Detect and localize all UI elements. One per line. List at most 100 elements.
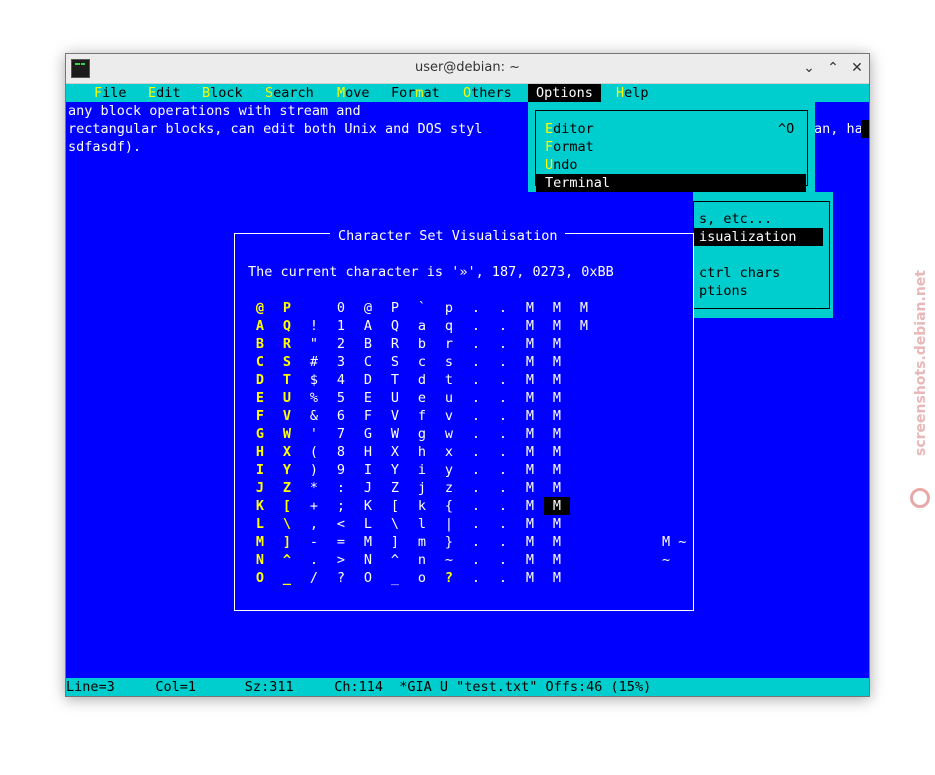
charset-cell[interactable]: V bbox=[279, 407, 295, 425]
charset-cell[interactable]: M bbox=[522, 299, 538, 317]
charset-cell[interactable]: W bbox=[387, 425, 403, 443]
charset-cell[interactable]: . bbox=[468, 389, 484, 407]
charset-cell[interactable]: ? bbox=[333, 569, 349, 587]
menu-search[interactable]: Search bbox=[265, 84, 314, 102]
charset-cell[interactable]: 2 bbox=[333, 335, 349, 353]
charset-cell[interactable]: M bbox=[522, 407, 538, 425]
charset-cell[interactable]: . bbox=[495, 443, 511, 461]
charset-cell[interactable]: . bbox=[468, 353, 484, 371]
charset-cell[interactable]: V bbox=[387, 407, 403, 425]
charset-cell[interactable]: M bbox=[544, 497, 570, 515]
charset-cell[interactable]: K bbox=[360, 497, 376, 515]
charset-cell[interactable]: Y bbox=[279, 461, 295, 479]
charset-cell[interactable]: L bbox=[252, 515, 268, 533]
charset-cell[interactable]: P bbox=[279, 299, 295, 317]
charset-cell[interactable]: . bbox=[495, 299, 511, 317]
charset-cell[interactable]: M bbox=[549, 389, 565, 407]
charset-cell[interactable]: . bbox=[468, 425, 484, 443]
charset-cell[interactable]: . bbox=[495, 353, 511, 371]
charset-cell[interactable]: . bbox=[468, 335, 484, 353]
close-icon[interactable]: ✕ bbox=[847, 58, 867, 78]
charset-cell[interactable]: . bbox=[468, 371, 484, 389]
charset-cell[interactable]: M bbox=[549, 479, 565, 497]
charset-cell[interactable]: 9 bbox=[333, 461, 349, 479]
charset-cell[interactable]: M bbox=[549, 443, 565, 461]
charset-cell[interactable]: . bbox=[468, 461, 484, 479]
charset-cell[interactable]: z bbox=[441, 479, 457, 497]
charset-cell[interactable]: ^ bbox=[279, 551, 295, 569]
charset-cell[interactable]: O bbox=[252, 569, 268, 587]
charset-cell[interactable]: e bbox=[414, 389, 430, 407]
menu-block[interactable]: Block bbox=[202, 84, 243, 102]
charset-cell[interactable]: . bbox=[468, 317, 484, 335]
charset-cell[interactable]: j bbox=[414, 479, 430, 497]
charset-cell[interactable]: M bbox=[549, 353, 565, 371]
charset-cell[interactable]: b bbox=[414, 335, 430, 353]
charset-cell[interactable]: Z bbox=[387, 479, 403, 497]
charset-cell[interactable]: ( bbox=[306, 443, 322, 461]
charset-cell[interactable]: J bbox=[360, 479, 376, 497]
charset-cell[interactable]: w bbox=[441, 425, 457, 443]
charset-cell[interactable]: k bbox=[414, 497, 430, 515]
charset-cell[interactable]: M bbox=[522, 371, 538, 389]
charset-cell[interactable]: . bbox=[468, 407, 484, 425]
charset-cell[interactable]: G bbox=[360, 425, 376, 443]
charset-cell[interactable]: M bbox=[549, 569, 565, 587]
maximize-icon[interactable]: ⌃ bbox=[823, 58, 843, 78]
charset-cell[interactable]: M bbox=[549, 317, 565, 335]
charset-cell[interactable]: $ bbox=[306, 371, 322, 389]
charset-cell[interactable]: A bbox=[360, 317, 376, 335]
charset-cell[interactable]: O bbox=[360, 569, 376, 587]
charset-cell[interactable]: u bbox=[441, 389, 457, 407]
charset-cell[interactable]: > bbox=[333, 551, 349, 569]
charset-cell[interactable]: B bbox=[252, 335, 268, 353]
charset-cell[interactable]: 6 bbox=[333, 407, 349, 425]
charset-cell[interactable]: ] bbox=[387, 533, 403, 551]
charset-cell[interactable]: 1 bbox=[333, 317, 349, 335]
charset-cell[interactable]: M bbox=[360, 533, 376, 551]
charset-cell[interactable]: . bbox=[495, 533, 511, 551]
charset-cell[interactable]: 4 bbox=[333, 371, 349, 389]
charset-cell[interactable]: . bbox=[495, 407, 511, 425]
minimize-icon[interactable]: ⌄ bbox=[799, 58, 819, 78]
charset-cell[interactable]: M bbox=[522, 497, 538, 515]
charset-cell[interactable]: l bbox=[414, 515, 430, 533]
charset-cell[interactable]: ' bbox=[306, 425, 322, 443]
charset-cell[interactable]: R bbox=[387, 335, 403, 353]
charset-cell[interactable]: * bbox=[306, 479, 322, 497]
charset-cell[interactable]: ) bbox=[306, 461, 322, 479]
charset-cell[interactable]: N bbox=[252, 551, 268, 569]
charset-cell[interactable]: Z bbox=[279, 479, 295, 497]
submenu-item-1[interactable]: s, etc... bbox=[699, 210, 772, 228]
charset-cell[interactable]: . bbox=[468, 515, 484, 533]
charset-cell[interactable]: H bbox=[360, 443, 376, 461]
charset-cell[interactable]: 0 bbox=[333, 299, 349, 317]
charset-cell[interactable]: M bbox=[522, 335, 538, 353]
charset-cell[interactable]: % bbox=[306, 389, 322, 407]
charset-cell[interactable]: . bbox=[306, 551, 322, 569]
charset-cell[interactable]: q bbox=[441, 317, 457, 335]
charset-cell[interactable]: X bbox=[387, 443, 403, 461]
charset-cell[interactable]: 8 bbox=[333, 443, 349, 461]
charset-cell[interactable]: . bbox=[495, 425, 511, 443]
charset-cell[interactable]: - bbox=[306, 533, 322, 551]
charset-cell[interactable]: . bbox=[495, 569, 511, 587]
charset-cell[interactable]: . bbox=[495, 497, 511, 515]
charset-cell[interactable]: Q bbox=[387, 317, 403, 335]
charset-cell[interactable]: T bbox=[279, 371, 295, 389]
charset-cell[interactable]: M bbox=[252, 533, 268, 551]
charset-cell[interactable]: C bbox=[252, 353, 268, 371]
charset-cell[interactable]: s bbox=[441, 353, 457, 371]
charset-cell[interactable]: + bbox=[306, 497, 322, 515]
charset-cell[interactable]: \ bbox=[387, 515, 403, 533]
charset-cell[interactable]: M bbox=[522, 461, 538, 479]
charset-cell[interactable]: : bbox=[333, 479, 349, 497]
charset-cell[interactable]: M bbox=[522, 533, 538, 551]
charset-cell[interactable]: P bbox=[387, 299, 403, 317]
charset-cell[interactable]: . bbox=[495, 461, 511, 479]
charset-cell[interactable]: T bbox=[387, 371, 403, 389]
submenu-item-ctrl-chars[interactable]: ctrl chars bbox=[699, 264, 780, 282]
charset-cell[interactable]: p bbox=[441, 299, 457, 317]
charset-cell[interactable]: . bbox=[495, 335, 511, 353]
charset-cell[interactable]: . bbox=[468, 533, 484, 551]
